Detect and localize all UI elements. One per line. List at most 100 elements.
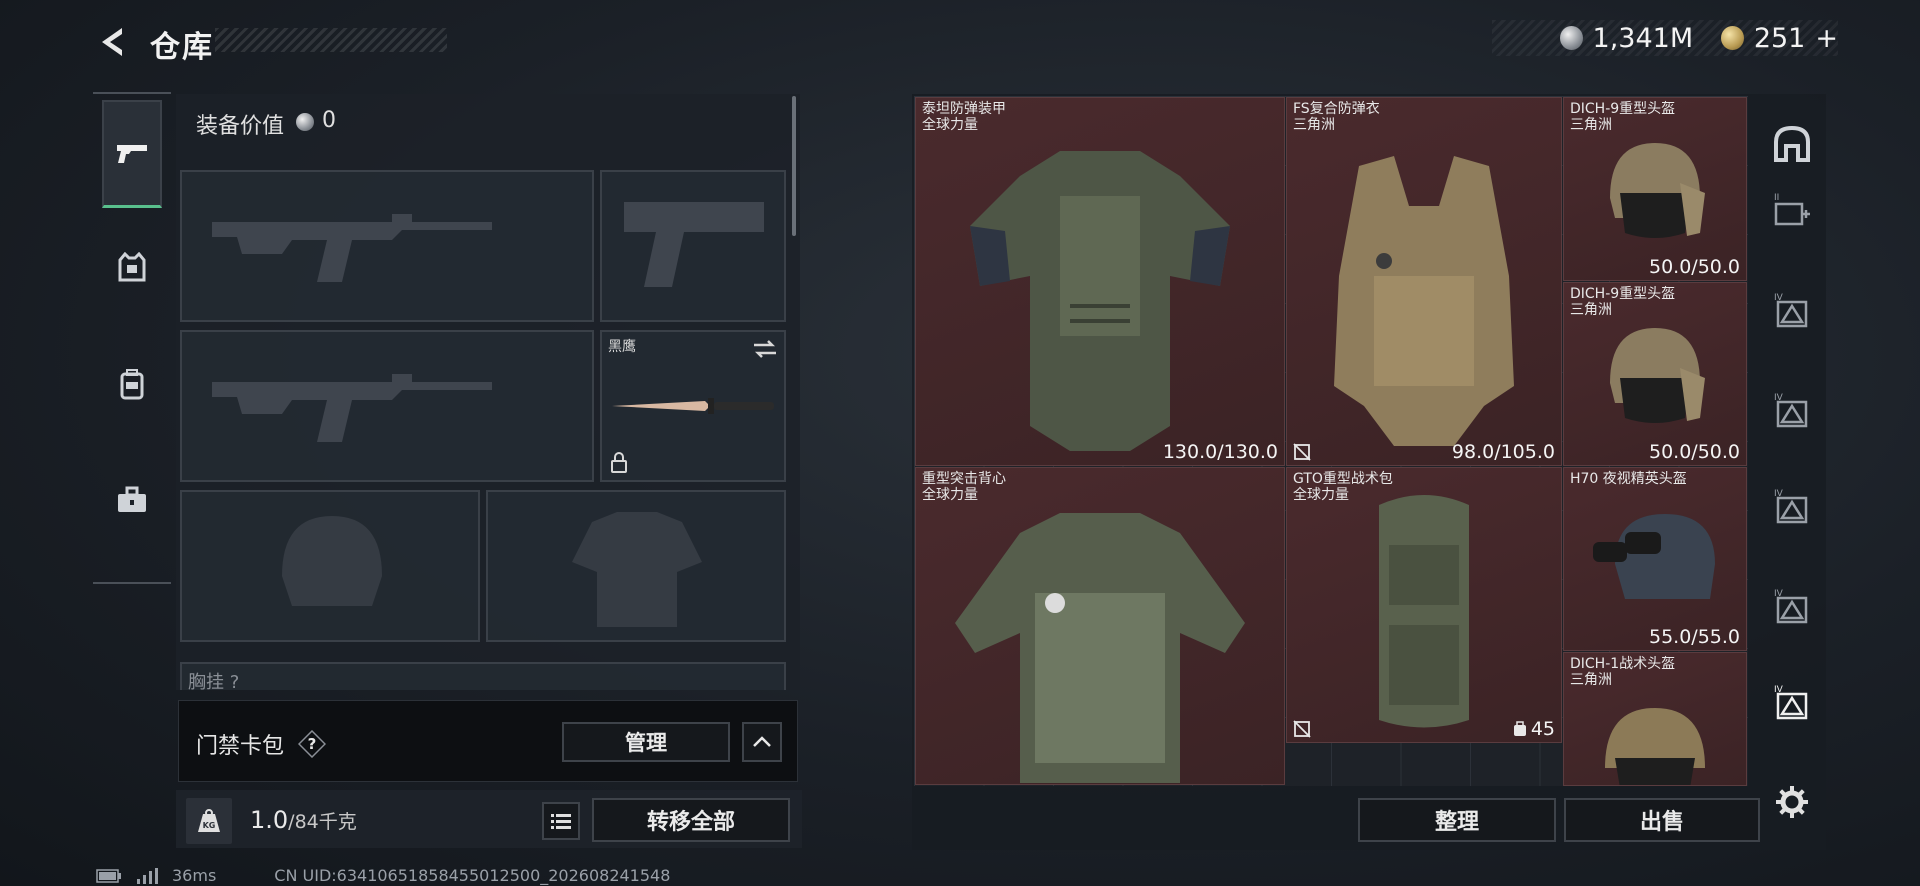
arch-icon xyxy=(1774,125,1810,162)
back-button[interactable] xyxy=(92,22,132,62)
add-gold-button[interactable]: + xyxy=(1815,23,1838,54)
tier-icon: IV xyxy=(1774,393,1808,428)
assault-vest-icon xyxy=(955,513,1245,784)
heavy-armor-icon xyxy=(970,151,1230,452)
chevron-up-icon xyxy=(753,736,771,747)
page-title: 仓库 xyxy=(150,30,214,65)
item-faction: 三角洲 xyxy=(1293,117,1335,133)
silver-coin-icon xyxy=(1559,26,1583,50)
svg-text:?: ? xyxy=(308,735,317,753)
helmet-silhouette-icon xyxy=(282,516,382,606)
vest-icon xyxy=(118,252,146,282)
current-weight: 1.0 xyxy=(250,806,289,834)
sort-button[interactable]: 整理 xyxy=(1358,798,1556,842)
item-faction: 三角洲 xyxy=(1570,302,1612,318)
secondary-weapon-slot[interactable] xyxy=(180,330,594,482)
svg-text:II: II xyxy=(1774,193,1779,203)
equipment-value-label: 装备价值 xyxy=(196,114,285,139)
plate-carrier-icon xyxy=(1334,156,1514,447)
tab-backpack[interactable] xyxy=(102,330,162,438)
item-faction: 三角洲 xyxy=(1570,672,1612,688)
capacity-icon xyxy=(1513,721,1526,736)
melee-slot[interactable]: 黑鹰 xyxy=(600,330,786,482)
chest-rig-label: 胸挂 ? xyxy=(188,672,240,693)
lock-icon xyxy=(611,452,627,473)
storage-item[interactable]: 泰坦防弹装甲 全球力量 130.0/130.0 xyxy=(915,97,1285,466)
filter-tier-2[interactable]: II xyxy=(1770,188,1814,232)
item-faction: 全球力量 xyxy=(922,487,978,503)
armor-slot[interactable] xyxy=(486,490,786,642)
helmet-icon xyxy=(1605,707,1705,785)
tier-icon: IV xyxy=(1774,685,1808,720)
item-durability: 50.0/50.0 xyxy=(1648,441,1740,463)
tier-icon: II xyxy=(1774,193,1810,226)
pistol-silhouette-icon xyxy=(624,202,764,287)
tier-icon: IV xyxy=(1774,589,1808,624)
transfer-all-button[interactable]: 转移全部 xyxy=(592,798,790,842)
filter-tier-4[interactable]: IV xyxy=(1770,388,1814,432)
primary-weapon-slot[interactable] xyxy=(180,170,594,322)
storage-item[interactable]: 重型突击背心 全球力量 xyxy=(915,467,1285,785)
title-decoration xyxy=(215,28,447,52)
filter-tier-4[interactable]: IV xyxy=(1770,484,1814,528)
gear-icon xyxy=(1776,786,1808,818)
helmet-icon xyxy=(1610,142,1705,238)
item-durability: 130.0/130.0 xyxy=(1162,441,1278,463)
tab-weapons[interactable] xyxy=(102,100,162,208)
uid-readout: CN UID:634106518584550125​00_20260824154… xyxy=(274,866,671,885)
filter-tier-4[interactable]: IV xyxy=(1770,288,1814,332)
backpack-item-icon xyxy=(1379,495,1469,728)
item-name: 泰坦防弹装甲 xyxy=(922,101,1006,117)
help-icon[interactable]: ? xyxy=(297,729,327,759)
storage-item[interactable]: DICH-9重型头盔 三角洲 50.0/50.0 xyxy=(1563,282,1747,466)
tab-case[interactable] xyxy=(102,446,162,554)
item-faction: 全球力量 xyxy=(1293,487,1349,503)
storage-item[interactable]: H70 夜视精英头盔 55.0/55.0 xyxy=(1563,467,1747,651)
item-durability: 98.0/105.0 xyxy=(1451,441,1555,463)
weight-icon: KG xyxy=(186,798,232,844)
rifle-silhouette-icon xyxy=(212,374,492,442)
rifle-silhouette-icon xyxy=(212,214,492,282)
category-tabs xyxy=(93,92,171,584)
storage-item[interactable]: DICH-1战术头盔 三角洲 xyxy=(1563,652,1747,786)
item-name: DICH-9重型头盔 xyxy=(1570,101,1676,117)
knife-icon xyxy=(612,398,774,414)
svg-text:KG: KG xyxy=(203,821,216,830)
tier-icon: IV xyxy=(1774,293,1808,328)
silver-amount: 1,341M xyxy=(1592,22,1694,54)
pistol-slot[interactable] xyxy=(600,170,786,322)
filter-all[interactable] xyxy=(1770,122,1814,166)
filter-tier-4-active[interactable]: IV xyxy=(1770,680,1814,724)
list-view-button[interactable] xyxy=(542,802,580,840)
tab-gear[interactable] xyxy=(102,214,162,322)
status-bar: 36ms CN UID:634106518584550125​00_202608… xyxy=(96,866,670,885)
storage-item[interactable]: DICH-9重型头盔 三角洲 50.0/50.0 xyxy=(1563,97,1747,281)
filter-tier-4[interactable]: IV xyxy=(1770,584,1814,628)
settings-button[interactable] xyxy=(1770,780,1814,824)
sell-button[interactable]: 出售 xyxy=(1564,798,1760,842)
equipment-value: 0 xyxy=(322,108,336,133)
chest-rig-slot[interactable]: 胸挂 ? xyxy=(180,662,786,693)
swap-icon[interactable] xyxy=(752,338,778,360)
currency-bar: 1,341M 251 + xyxy=(1492,20,1838,56)
storage-item[interactable]: GTO重型战术包 全球力量 45 xyxy=(1286,467,1562,743)
gold-amount: 251 xyxy=(1753,22,1806,54)
silver-coin-icon xyxy=(296,113,314,131)
expand-button[interactable] xyxy=(742,722,782,762)
armor-silhouette-icon xyxy=(572,512,702,627)
briefcase-icon xyxy=(118,486,146,512)
max-weight: /84千克 xyxy=(288,811,357,833)
scrollbar[interactable] xyxy=(792,96,796,236)
item-name: DICH-1战术头盔 xyxy=(1570,656,1676,672)
no-insurance-icon xyxy=(1293,720,1311,738)
storage-item[interactable]: FS复合防弹衣 三角洲 98.0/105.0 xyxy=(1286,97,1562,466)
manage-button[interactable]: 管理 xyxy=(562,722,730,762)
item-durability: 50.0/50.0 xyxy=(1648,256,1740,278)
item-name: FS复合防弹衣 xyxy=(1293,101,1380,117)
item-name: H70 夜视精英头盔 xyxy=(1570,471,1687,487)
helmet-slot[interactable] xyxy=(180,490,480,642)
item-name: 重型突击背心 xyxy=(922,471,1006,487)
item-faction: 三角洲 xyxy=(1570,117,1612,133)
night-vision-helmet-icon xyxy=(1593,514,1715,599)
card-bag-label: 门禁卡包 xyxy=(196,734,285,759)
